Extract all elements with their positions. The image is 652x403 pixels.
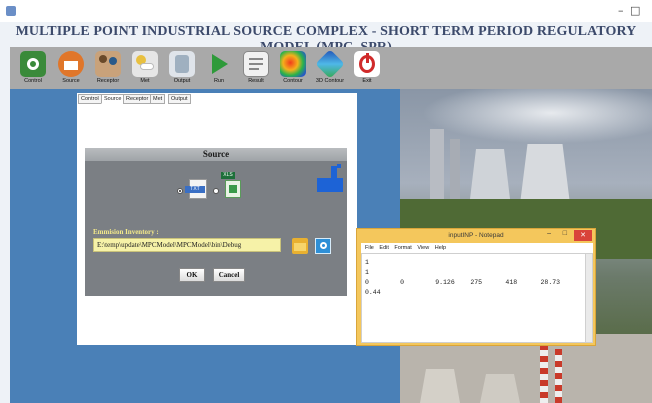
source-dialog: Source TXT XLS Emmision Inventory : E:\t… <box>85 148 347 296</box>
search-button[interactable] <box>315 238 331 254</box>
main-toolbar: Control Source Receptor Met Output Run R… <box>10 47 652 89</box>
gear-icon <box>20 51 46 77</box>
source-dialog-title: Source <box>85 148 347 161</box>
minimize-button[interactable]: – <box>618 4 624 17</box>
emission-path-input[interactable]: E:\temp\update\MPCModel\MPCModel\bin\Deb… <box>93 238 281 252</box>
control-button[interactable]: Control <box>18 49 48 87</box>
notepad-menu-bar: File Edit Format View Help <box>361 243 593 253</box>
menu-view[interactable]: View <box>417 245 429 251</box>
search-icon <box>320 242 327 249</box>
notepad-title: inputINP - Notepad <box>448 232 504 239</box>
maximize-button[interactable]: □ <box>630 4 640 17</box>
txt-file-icon: TXT <box>185 179 209 199</box>
notepad-scrollbar[interactable] <box>585 254 592 342</box>
receptor-button[interactable]: Receptor <box>93 49 123 87</box>
tab-receptor[interactable]: Receptor <box>123 94 152 104</box>
notepad-line: 1 <box>365 269 369 276</box>
txt-radio[interactable] <box>177 188 183 194</box>
notepad-line: 0 0 9.126 275 418 28.73 <box>365 279 561 286</box>
title-bar: – □ <box>0 0 652 22</box>
menu-file[interactable]: File <box>365 245 374 251</box>
app-icon <box>6 6 16 16</box>
notepad-maximize-button[interactable]: □ <box>563 230 567 237</box>
open-folder-button[interactable] <box>292 238 308 254</box>
people-icon <box>95 51 121 77</box>
met-button[interactable]: Met <box>130 49 160 87</box>
power-icon <box>354 51 380 77</box>
menu-edit[interactable]: Edit <box>379 245 388 251</box>
source-button[interactable]: Source <box>56 49 86 87</box>
exit-button[interactable]: Exit <box>352 49 382 87</box>
notepad-line: 0.44 <box>365 289 381 296</box>
notepad-line: 1 <box>365 259 369 266</box>
emission-inventory-label: Emmision Inventory : <box>93 228 159 236</box>
3d-contour-button[interactable]: 3D Contour <box>315 49 345 87</box>
run-button[interactable]: Run <box>204 49 234 87</box>
tab-control[interactable]: Control <box>78 94 102 104</box>
play-icon <box>206 51 232 77</box>
source-stack-icon <box>317 164 343 192</box>
tab-met[interactable]: Met <box>150 94 166 104</box>
xls-radio[interactable] <box>213 188 219 194</box>
folder-icon <box>294 243 306 251</box>
output-button[interactable]: Output <box>167 49 197 87</box>
notepad-text-area[interactable]: 1 1 0 0 9.126 275 418 28.73 0.44 <box>361 253 593 343</box>
settings-panel: Control Source Receptor Met Output Sourc… <box>77 93 357 345</box>
menu-format[interactable]: Format <box>394 245 411 251</box>
notepad-close-button[interactable]: ✕ <box>574 230 592 241</box>
menu-help[interactable]: Help <box>435 245 446 251</box>
factory-icon <box>58 51 84 77</box>
tab-source[interactable]: Source <box>101 94 125 104</box>
ok-button[interactable]: OK <box>179 268 205 282</box>
contour-icon <box>280 51 306 77</box>
3d-contour-icon <box>315 49 345 79</box>
database-icon <box>169 51 195 77</box>
weather-icon <box>132 51 158 77</box>
app-window: – □ MULTIPLE POINT INDUSTRIAL SOURCE COM… <box>0 0 652 403</box>
document-icon <box>243 51 269 77</box>
notepad-window: inputINP - Notepad – □ ✕ File Edit Forma… <box>356 228 596 346</box>
notepad-minimize-button[interactable]: – <box>547 230 551 237</box>
tab-output[interactable]: Output <box>168 94 191 104</box>
result-button[interactable]: Result <box>241 49 271 87</box>
contour-button[interactable]: Contour <box>278 49 308 87</box>
cancel-button[interactable]: Cancel <box>213 268 245 282</box>
xls-file-icon: XLS <box>221 172 243 198</box>
